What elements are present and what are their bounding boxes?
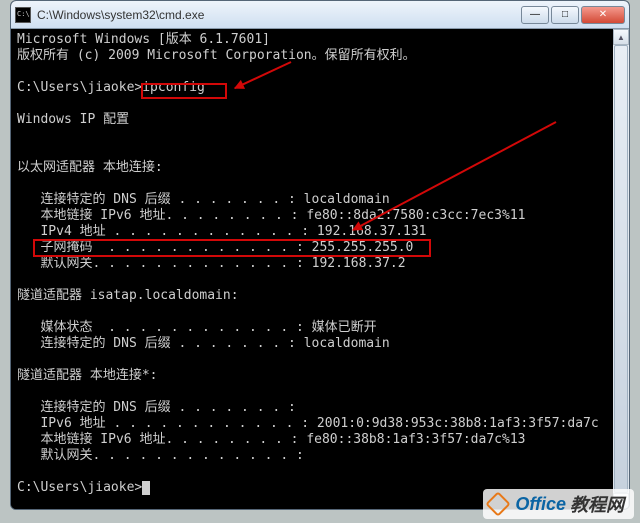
scroll-up-button[interactable]: ▲ [613,29,629,45]
line: IPv6 地址 . . . . . . . . . . . . : 2001:0… [17,416,599,431]
line: 隧道适配器 本地连接*: [17,368,157,383]
close-button[interactable]: ✕ [581,6,625,24]
scroll-track[interactable] [613,45,629,493]
line: 连接特定的 DNS 后缀 . . . . . . . : localdomain [17,336,390,351]
cmd-window: C:\Windows\system32\cmd.exe — □ ✕ Micros… [10,0,630,510]
line: 连接特定的 DNS 后缀 . . . . . . . : [17,400,296,415]
maximize-button[interactable]: □ [551,6,579,24]
line: 子网掩码 . . . . . . . . . . . . : 255.255.2… [17,240,413,255]
minimize-button[interactable]: — [521,6,549,24]
line: 媒体状态 . . . . . . . . . . . . : 媒体已断开 [17,320,377,335]
watermark-logo-icon [486,491,511,516]
window-buttons: — □ ✕ [521,6,625,24]
scroll-thumb[interactable] [614,45,628,493]
line: 本地链接 IPv6 地址. . . . . . . . : fe80::38b8… [17,432,525,447]
window-title: C:\Windows\system32\cmd.exe [37,8,521,22]
line: 版权所有 (c) 2009 Microsoft Corporation。保留所有… [17,48,416,63]
titlebar[interactable]: C:\Windows\system32\cmd.exe — □ ✕ [11,1,629,29]
terminal-output[interactable]: Microsoft Windows [版本 6.1.7601] 版权所有 (c)… [11,29,629,509]
line: IPv4 地址 . . . . . . . . . . . . : 192.16… [17,224,427,239]
line: 默认网关. . . . . . . . . . . . . : [17,448,304,463]
cursor [142,481,150,495]
line: 默认网关. . . . . . . . . . . . . : 192.168.… [17,256,406,271]
cmd-icon [15,7,31,23]
line: 隧道适配器 isatap.localdomain: [17,288,239,303]
line: Microsoft Windows [版本 6.1.7601] [17,32,270,47]
watermark: Office教程网 [483,489,634,519]
prompt: C:\Users\jiaoke> [17,80,142,95]
line: Windows IP 配置 [17,112,129,127]
watermark-text: Office [515,494,566,515]
prompt: C:\Users\jiaoke> [17,480,142,495]
line: 以太网适配器 本地连接: [17,160,163,175]
watermark-suffix: 教程网 [570,491,624,517]
line: 本地链接 IPv6 地址. . . . . . . . : fe80::8da2… [17,208,525,223]
command: ipconfig [142,80,205,95]
line: 连接特定的 DNS 后缀 . . . . . . . : localdomain [17,192,390,207]
scrollbar[interactable]: ▲ ▼ [613,29,629,509]
